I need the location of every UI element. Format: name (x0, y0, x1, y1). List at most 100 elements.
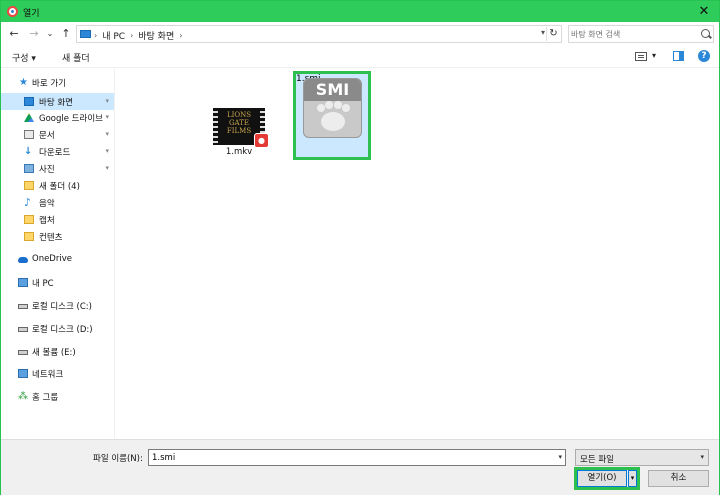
window-title: 열기 (23, 9, 40, 19)
sidebar-item-label: 홈 그룹 (32, 393, 59, 403)
sidebar-item-label: 새 볼륨 (E:) (32, 348, 76, 358)
open-options-chevron-icon[interactable]: ▾ (628, 470, 637, 487)
new-folder-button[interactable]: 새 폴더 (62, 51, 90, 64)
chrome-app-icon (7, 6, 18, 17)
back-arrow-icon[interactable]: ← (7, 26, 21, 42)
google-drive-icon (24, 113, 34, 122)
sidebar-item-label: OneDrive (32, 254, 72, 264)
download-icon: ↓ (24, 146, 33, 157)
sidebar-item-desktop[interactable]: 바탕 화면 ▾ (1, 93, 114, 110)
sidebar-item-label: 로컬 디스크 (D:) (32, 325, 93, 335)
sidebar-item-capture[interactable]: 캡처 (1, 211, 114, 228)
search-icon (701, 29, 710, 38)
breadcrumb-item-desktop[interactable]: 바탕 화면 (138, 29, 174, 42)
sidebar-item-this-pc[interactable]: 내 PC (1, 274, 114, 291)
folder-icon (24, 181, 34, 190)
sidebar-item-network[interactable]: 네트워크 (1, 365, 114, 382)
pc-icon (80, 30, 91, 38)
folder-icon (24, 215, 34, 224)
file-name: 1.mkv (225, 147, 253, 157)
pin-icon[interactable]: ▾ (105, 97, 109, 105)
up-arrow-icon[interactable]: ↑ (59, 26, 73, 42)
music-icon: ♪ (24, 196, 32, 209)
pin-icon[interactable]: ▾ (105, 130, 109, 138)
sidebar-item-drive-c[interactable]: 로컬 디스크 (C:) (1, 297, 114, 314)
help-icon[interactable]: ? (698, 50, 710, 62)
sidebar-item-label: 네트워크 (32, 370, 64, 380)
title-bar: 열기 ✕ (1, 1, 719, 22)
folder-icon (24, 232, 34, 241)
sidebar-item-label: 문서 (39, 131, 55, 141)
drive-icon (18, 327, 28, 332)
filetype-select[interactable]: 모든 파일 ▾ (575, 449, 709, 466)
file-item-mkv[interactable]: LIONS GATE FILMS ● 1.mkv (204, 105, 274, 157)
sidebar-item-label: 사진 (39, 165, 55, 175)
sidebar-item-label: 컨텐츠 (39, 233, 63, 243)
command-toolbar: 구성 ▾ 새 폴더 ▾ ? (1, 46, 719, 68)
recent-locations-chevron-icon[interactable]: ⌄ (43, 26, 57, 42)
sidebar-item-contents[interactable]: 컨텐츠 (1, 228, 114, 245)
filename-input[interactable] (152, 452, 542, 464)
sidebar-item-google-drive[interactable]: Google 드라이브 ▾ (1, 109, 114, 126)
sidebar-item-label: 다운로드 (39, 148, 71, 158)
sidebar-item-onedrive[interactable]: OneDrive (1, 251, 114, 268)
sidebar-item-label: 내 PC (32, 279, 54, 289)
navigation-bar: ← → ⌄ ↑ › 내 PC › 바탕 화면 › ▾ ↻ (1, 23, 719, 45)
homegroup-icon: ⁂ (18, 391, 28, 402)
filename-label: 파일 이름(N): (93, 454, 143, 464)
video-thumbnail: LIONS GATE FILMS ● (213, 108, 269, 148)
cloud-icon (18, 257, 28, 263)
pin-icon[interactable]: ▾ (105, 164, 109, 172)
preview-pane-icon[interactable] (673, 51, 684, 61)
filetype-value: 모든 파일 (580, 455, 614, 465)
sidebar-item-quick-access[interactable]: ★ 바로 가기 (1, 74, 114, 91)
cancel-button[interactable]: 취소 (648, 470, 709, 487)
star-icon: ★ (19, 77, 28, 88)
sidebar-item-label: 음악 (39, 199, 55, 209)
file-item-smi[interactable]: SMI 1.smi (293, 71, 371, 160)
search-input[interactable] (571, 27, 697, 41)
sidebar-item-label: Google 드라이브 (39, 114, 103, 124)
sidebar-item-pictures[interactable]: 사진 ▾ (1, 160, 114, 177)
organize-button[interactable]: 구성 ▾ (12, 51, 36, 64)
sidebar-item-volume-e[interactable]: 새 볼륨 (E:) (1, 343, 114, 360)
desktop-icon (24, 97, 34, 106)
file-list: LIONS GATE FILMS ● 1.mkv SMI 1.smi (116, 69, 719, 438)
filename-dropdown-chevron-icon[interactable]: ▾ (558, 453, 562, 461)
lionsgate-logo: LIONS GATE FILMS (226, 111, 252, 135)
picture-icon (24, 164, 34, 173)
sidebar-item-drive-d[interactable]: 로컬 디스크 (D:) (1, 320, 114, 337)
sidebar-item-label: 새 폴더 (4) (39, 182, 80, 192)
sidebar-item-label: 바로 가기 (32, 79, 66, 89)
filename-combobox[interactable]: ▾ (148, 449, 566, 466)
drive-icon (18, 304, 28, 309)
network-icon (18, 369, 28, 378)
search-box[interactable] (568, 25, 714, 43)
view-dropdown-chevron-icon[interactable]: ▾ (652, 51, 656, 60)
address-bar[interactable]: › 내 PC › 바탕 화면 › ▾ ↻ (76, 25, 562, 43)
refresh-icon[interactable]: ↻ (546, 27, 560, 41)
navigation-pane: ★ 바로 가기 바탕 화면 ▾ Google 드라이브 ▾ 문서 ▾ ↓ 다운로… (1, 69, 115, 438)
sidebar-item-label: 바탕 화면 (39, 98, 73, 108)
close-icon[interactable]: ✕ (695, 3, 713, 20)
open-file-dialog: 열기 ✕ ← → ⌄ ↑ › 내 PC › 바탕 화면 › ▾ ↻ 구성 ▾ 새… (0, 0, 720, 495)
view-options-icon[interactable] (635, 52, 647, 61)
sidebar-item-new-folder-4[interactable]: 새 폴더 (4) (1, 177, 114, 194)
pc-icon (18, 278, 28, 287)
drive-icon (18, 350, 28, 355)
open-button[interactable]: 열기(O) (577, 470, 627, 487)
sidebar-item-homegroup[interactable]: ⁂ 홈 그룹 (1, 388, 114, 405)
smi-file-icon: SMI (303, 78, 362, 138)
dialog-footer: 파일 이름(N): ▾ 모든 파일 ▾ 열기(O) ▾ 취소 (1, 439, 719, 495)
sidebar-item-label: 캡처 (39, 216, 55, 226)
sidebar-item-music[interactable]: ♪ 음악 (1, 194, 114, 211)
sidebar-item-documents[interactable]: 문서 ▾ (1, 126, 114, 143)
pin-icon[interactable]: ▾ (105, 147, 109, 155)
filetype-dropdown-chevron-icon[interactable]: ▾ (700, 453, 704, 461)
breadcrumb-item-pc[interactable]: 내 PC (102, 29, 125, 42)
open-button-group: 열기(O) ▾ (574, 467, 640, 490)
address-dropdown-chevron-icon[interactable]: ▾ (541, 28, 545, 37)
forward-arrow-icon[interactable]: → (27, 26, 41, 42)
sidebar-item-downloads[interactable]: ↓ 다운로드 ▾ (1, 143, 114, 160)
pin-icon[interactable]: ▾ (105, 113, 109, 121)
